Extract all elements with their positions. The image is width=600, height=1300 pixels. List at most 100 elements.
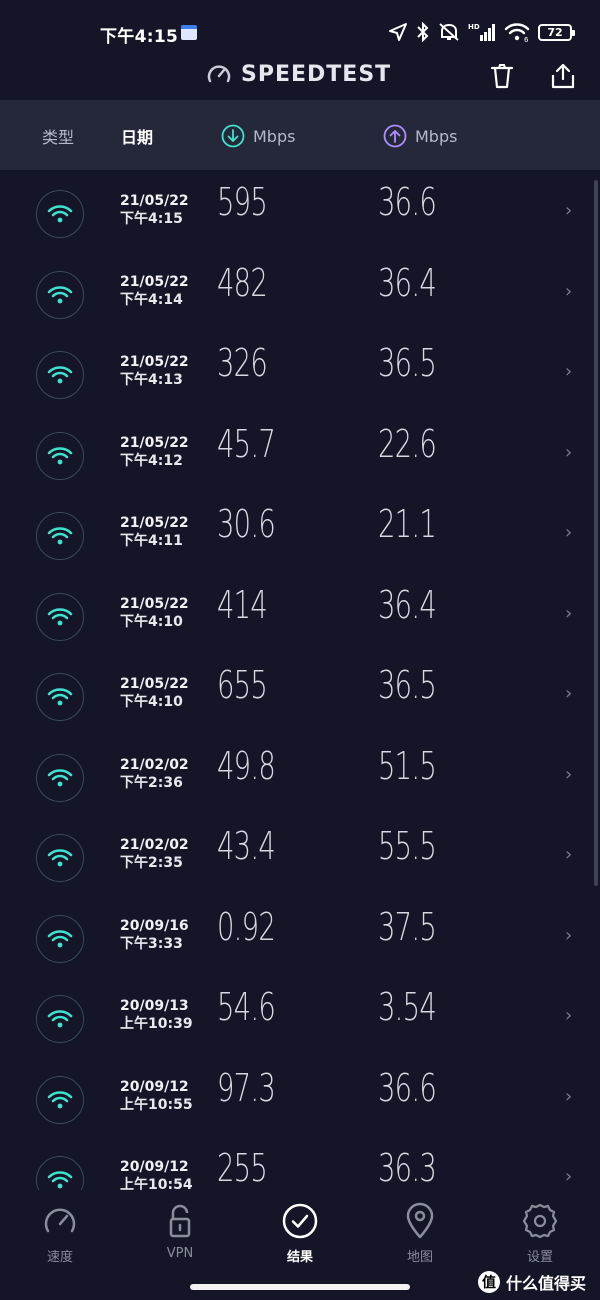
result-row[interactable]: 21/02/02 下午2:35 43.4 55.5 ›	[0, 814, 600, 895]
wifi-status-icon: 6	[504, 23, 530, 42]
chevron-right-icon: ›	[565, 280, 573, 302]
result-upload: 37.5	[378, 904, 437, 949]
result-date: 20/09/16	[120, 917, 189, 934]
result-date: 21/05/22	[120, 595, 189, 612]
watermark-text: 什么值得买	[506, 1274, 587, 1293]
result-download: 482	[217, 260, 268, 305]
result-download: 43.4	[217, 824, 276, 868]
result-upload: 36.4	[378, 260, 437, 305]
result-datetime: 20/09/16 下午3:33	[120, 917, 189, 953]
delete-button[interactable]	[486, 60, 518, 92]
result-time: 下午4:13	[120, 372, 183, 388]
result-row[interactable]: 20/09/13 上午10:39 54.6 3.54 ›	[0, 975, 600, 1056]
chevron-right-icon: ›	[565, 200, 573, 221]
result-datetime: 21/02/02 下午2:36	[120, 756, 189, 792]
chevron-right-icon: ›	[565, 361, 573, 382]
sort-by-type[interactable]: 类型	[42, 124, 74, 148]
result-upload: 22.6	[378, 421, 437, 466]
nav-settings-label: 设置	[526, 1250, 553, 1265]
result-row[interactable]: 21/05/22 下午4:14 482 36.4 ›	[0, 251, 600, 332]
result-time: 下午3:33	[120, 935, 183, 952]
connection-type-badge	[36, 431, 84, 480]
result-date: 21/02/02	[120, 756, 189, 773]
nav-results[interactable]: 结果	[260, 1202, 340, 1265]
result-time: 下午2:35	[120, 855, 183, 871]
share-button[interactable]	[547, 60, 579, 92]
result-time: 下午4:14	[120, 291, 183, 308]
wifi-icon	[47, 607, 73, 625]
chevron-right-icon: ›	[565, 1085, 573, 1107]
wifi-icon	[47, 688, 73, 706]
result-download: 30.6	[217, 502, 276, 546]
result-row[interactable]: 21/02/02 下午2:36 49.8 51.5 ›	[0, 734, 600, 815]
result-datetime: 21/05/22 下午4:15	[120, 192, 189, 228]
home-indicator[interactable]	[190, 1284, 410, 1290]
sort-by-date[interactable]: 日期	[121, 124, 153, 148]
result-upload: 3.54	[378, 985, 437, 1029]
download-arrow-icon	[221, 124, 245, 148]
sort-by-upload[interactable]: Mbps	[383, 124, 457, 148]
result-date: 21/05/22	[120, 273, 189, 290]
result-date: 21/05/22	[120, 434, 189, 451]
check-circle-icon	[282, 1203, 318, 1239]
result-time: 上午10:54	[120, 1177, 193, 1190]
chevron-right-icon: ›	[565, 844, 573, 865]
status-bar: 下午4:15 HD 6 72	[0, 0, 600, 56]
result-row[interactable]: 21/05/22 下午4:10 655 36.5 ›	[0, 653, 600, 734]
connection-type-badge	[36, 270, 84, 319]
svg-text:6: 6	[524, 36, 529, 42]
result-row[interactable]: 20/09/12 上午10:55 97.3 36.6 ›	[0, 1056, 600, 1137]
nav-map[interactable]: 地图	[380, 1202, 460, 1265]
result-row[interactable]: 21/05/22 下午4:11 30.6 21.1 ›	[0, 492, 600, 573]
result-datetime: 20/09/13 上午10:39	[120, 997, 193, 1033]
result-time: 下午4:15	[120, 211, 183, 227]
result-download: 655	[217, 663, 268, 707]
wifi-icon	[47, 366, 73, 384]
result-row[interactable]: 21/05/22 下午4:15 595 36.6 ›	[0, 170, 600, 251]
result-time: 上午10:55	[120, 1096, 193, 1113]
nav-settings[interactable]: 设置	[500, 1202, 580, 1265]
result-datetime: 20/09/12 上午10:55	[120, 1078, 193, 1114]
wifi-icon	[47, 1090, 73, 1108]
result-upload: 36.3	[378, 1146, 437, 1190]
column-header: 类型 日期 Mbps Mbps	[0, 100, 600, 170]
result-download: 595	[217, 180, 268, 224]
sort-by-download[interactable]: Mbps	[221, 124, 295, 148]
result-time: 上午10:39	[120, 1016, 193, 1032]
result-time: 下午2:36	[120, 774, 183, 791]
result-download: 54.6	[217, 985, 276, 1029]
result-date: 21/05/22	[120, 354, 189, 370]
result-download: 0.92	[217, 904, 276, 949]
column-date-label: 日期	[121, 128, 154, 147]
result-download: 45.7	[217, 421, 276, 466]
nav-speed-label: 速度	[46, 1250, 73, 1265]
results-list[interactable]: 21/05/22 下午4:15 595 36.6 › 21/05/22 下午4:14 482 3…	[0, 170, 600, 1190]
result-date: 20/09/13	[120, 998, 189, 1014]
result-row[interactable]: 20/09/16 下午3:33 0.92 37.5 ›	[0, 895, 600, 976]
result-upload: 36.4	[378, 582, 437, 627]
connection-type-badge	[36, 1075, 84, 1124]
nav-vpn[interactable]: VPN	[140, 1202, 220, 1261]
wifi-icon	[47, 446, 73, 464]
wifi-icon	[47, 849, 73, 867]
result-datetime: 21/02/02 下午2:35	[120, 836, 189, 872]
calendar-icon	[181, 25, 197, 40]
connection-type-badge	[36, 753, 84, 802]
result-upload: 51.5	[378, 743, 437, 788]
result-row[interactable]: 21/05/22 下午4:10 414 36.4 ›	[0, 573, 600, 654]
result-row[interactable]: 21/05/22 下午4:13 326 36.5 ›	[0, 331, 600, 412]
wifi-icon	[47, 285, 73, 303]
map-pin-icon	[406, 1202, 434, 1239]
result-row[interactable]: 21/05/22 下午4:12 45.7 22.6 ›	[0, 412, 600, 493]
connection-type-badge	[36, 673, 84, 721]
result-row[interactable]: 20/09/12 上午10:54 255 36.3 ›	[0, 1136, 600, 1190]
connection-type-badge	[36, 914, 84, 963]
chevron-right-icon: ›	[565, 441, 573, 463]
result-upload: 36.5	[378, 341, 437, 385]
brand-logo: SPEEDTEST	[205, 60, 391, 88]
wifi-icon	[47, 1171, 73, 1189]
scrollbar[interactable]	[594, 180, 598, 886]
bell-off-icon	[439, 23, 459, 41]
nav-speed[interactable]: 速度	[20, 1202, 100, 1265]
speedometer-icon	[207, 65, 231, 83]
